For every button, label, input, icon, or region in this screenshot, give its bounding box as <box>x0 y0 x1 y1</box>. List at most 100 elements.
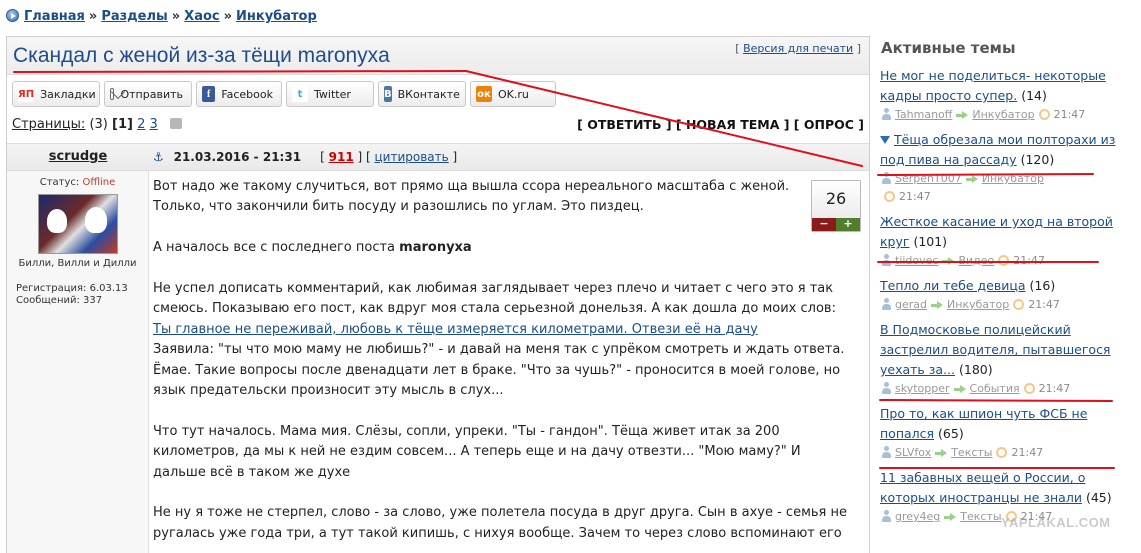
page-link-2[interactable]: 2 <box>137 117 145 132</box>
topic-user[interactable]: Tahmanoff <box>895 108 952 121</box>
ok-icon: ок <box>476 86 492 102</box>
sidebar-title: Активные темы <box>881 39 1016 57</box>
quoted-comment-link[interactable]: Ты главное не переживай, любовь к тёще и… <box>153 322 758 337</box>
breadcrumb-separator: » <box>171 9 181 24</box>
breadcrumb: Главная» Разделы» Хаос» Инкубатор <box>6 9 317 24</box>
post-header: scrudge ⚓ 21.03.2016 - 21:31 [ 911 ] [ ц… <box>7 143 869 171</box>
rating-plus-button[interactable]: + <box>836 218 860 231</box>
topic-item: Тёща обрезала мои полторахи из под пива … <box>880 130 1116 206</box>
user-icon <box>882 446 891 458</box>
arrow-right-icon <box>935 449 948 458</box>
post-paragraph: Вот надо же такому случиться, вот прямо … <box>153 179 790 215</box>
topic-link[interactable]: Не мог не поделиться- некоторые кадры пр… <box>880 68 1106 103</box>
topic-item: Тепло ли тебе девица (16) gerad Инкубатор… <box>880 276 1116 314</box>
status-label: Статус: <box>39 177 80 188</box>
bookmarks-button[interactable]: ЯП Закладки <box>12 81 100 107</box>
user-icon <box>882 172 891 184</box>
user-icon <box>882 298 891 310</box>
topic-link[interactable]: Тёща обрезала мои полторахи из под пива … <box>880 132 1115 167</box>
anchor-icon[interactable]: ⚓ <box>153 150 164 164</box>
send-button[interactable]: Отправить <box>104 81 192 107</box>
share-toolbar: ЯП Закладки Отправить f Facebook t Twitt… <box>12 81 556 107</box>
topic-panel: Скандал с женой из-за тёщи maronyxa [ Ве… <box>6 36 870 553</box>
topic-user[interactable]: skytopper <box>895 382 950 395</box>
yandex-icon: ЯП <box>18 86 35 102</box>
share-label: Отправить <box>120 87 183 101</box>
arrow-circle-icon <box>6 9 19 22</box>
breadcrumb-incubator[interactable]: Инкубатор <box>236 9 317 24</box>
topic-section[interactable]: Инкубатор <box>982 172 1044 185</box>
share-label: ВКонтакте <box>397 87 460 101</box>
clock-icon <box>1023 383 1035 394</box>
title-bar: Скандал с женой из-за тёщи maronyxa [ Ве… <box>7 37 869 75</box>
clock-icon <box>1038 109 1050 120</box>
post-rating: 26 − + <box>811 180 861 232</box>
topic-section[interactable]: События <box>970 382 1020 395</box>
twitter-icon: t <box>292 86 308 102</box>
topic-section[interactable]: Тексты <box>960 510 1001 523</box>
arrow-right-icon <box>942 257 955 266</box>
topic-link[interactable]: Про то, как шпион чуть ФСБ не попался <box>880 406 1087 441</box>
print-version-link[interactable]: Версия для печати <box>743 42 853 55</box>
arrow-right-icon <box>944 513 957 522</box>
topic-section[interactable]: Инкубатор <box>947 298 1009 311</box>
topic-user[interactable]: grey4eg <box>895 510 940 523</box>
topic-section[interactable]: Инкубатор <box>972 108 1034 121</box>
quote-link[interactable]: цитировать <box>375 150 449 164</box>
facebook-button[interactable]: f Facebook <box>196 81 282 107</box>
post-meta: ⚓ 21.03.2016 - 21:31 [ 911 ] [ цитироват… <box>153 150 458 164</box>
topic-count: (101) <box>913 234 948 249</box>
topic-link[interactable]: Тепло ли тебе девица <box>880 278 1026 293</box>
rating-minus-button[interactable]: − <box>812 218 836 231</box>
avatar <box>37 194 118 254</box>
pages-label: Страницы: <box>12 117 86 132</box>
topic-user[interactable]: SerpenT007 <box>895 172 962 185</box>
topic-section[interactable]: Видео <box>958 254 994 267</box>
topic-link[interactable]: В Подмосковье полицейский застрелил води… <box>880 322 1110 377</box>
vk-button[interactable]: В ВКонтакте <box>378 81 466 107</box>
topic-count: (45) <box>1085 490 1112 505</box>
breadcrumb-home[interactable]: Главная <box>24 9 85 24</box>
active-topics-list: Не мог не поделиться- некоторые кадры пр… <box>880 66 1116 532</box>
clock-icon <box>998 255 1010 266</box>
post-author[interactable]: scrudge <box>7 149 149 164</box>
topic-actions[interactable]: [ ОТВЕТИТЬ ] [ НОВАЯ ТЕМА ] [ ОПРОС ] <box>577 117 864 132</box>
user-icon <box>882 382 891 394</box>
topic-item: В Подмосковье полицейский застрелил води… <box>880 320 1116 398</box>
topic-time: 21:47 <box>1013 254 1045 267</box>
vk-icon: В <box>384 86 392 102</box>
author-messages: Сообщений: 337 <box>16 295 103 306</box>
arrow-right-icon <box>931 301 943 310</box>
topic-item: Не мог не поделиться- некоторые кадры пр… <box>880 66 1116 124</box>
topic-user[interactable]: SLVfox <box>895 446 931 459</box>
share-label: OK.ru <box>498 87 529 101</box>
topic-count: (65) <box>938 426 964 441</box>
post-paragraph: А началось все с последнего поста marony… <box>153 238 865 258</box>
topic-link[interactable]: 11 забавных вещей о России, о которых ин… <box>880 470 1085 505</box>
topic-item: Про то, как шпион чуть ФСБ не попался (6… <box>880 404 1116 462</box>
pages-menu-icon[interactable] <box>169 118 182 129</box>
mentioned-user: maronyxa <box>399 240 472 256</box>
topic-count: (16) <box>1029 278 1056 293</box>
topic-user[interactable]: gerad <box>895 298 927 311</box>
author-status: Статус: Offline <box>7 177 148 188</box>
post-body: Вот надо же такому случиться, вот прямо … <box>153 177 865 544</box>
new-topic-icon <box>880 136 890 144</box>
pagination: Страницы: (3) [1] 2 3 [ ОТВЕТИТЬ ] [ НОВ… <box>12 117 864 132</box>
topic-user[interactable]: tiidovec <box>895 254 938 267</box>
topic-count: (120) <box>1020 152 1055 167</box>
page-link-3[interactable]: 3 <box>150 117 158 132</box>
user-icon <box>882 510 891 522</box>
page-title: Скандал с женой из-за тёщи maronyxa <box>13 44 390 67</box>
topic-section[interactable]: Тексты <box>951 446 992 459</box>
share-label: Facebook <box>221 87 273 101</box>
topic-time: 21:47 <box>1038 382 1071 395</box>
twitter-button[interactable]: t Twitter <box>286 81 374 107</box>
ok-button[interactable]: ок OK.ru <box>470 81 556 107</box>
post-number[interactable]: 911 <box>329 150 354 164</box>
breadcrumb-chaos[interactable]: Хаос <box>184 9 219 24</box>
breadcrumb-sections[interactable]: Разделы <box>101 9 167 24</box>
topic-count: (180) <box>958 362 993 377</box>
clock-icon <box>1013 299 1025 310</box>
topic-time: 21:47 <box>1053 108 1086 121</box>
